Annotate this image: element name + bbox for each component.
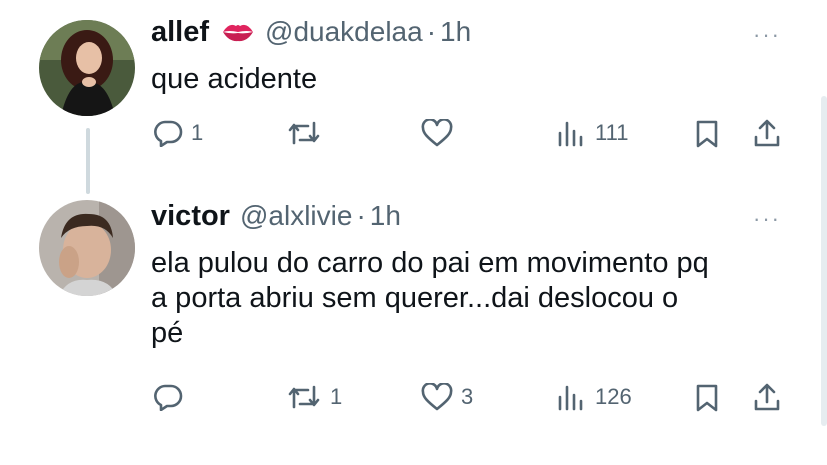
retweet-button[interactable]: 1: [286, 383, 342, 411]
like-icon: [421, 119, 453, 147]
tweet-header-victor: victor @alxlivie · 1h: [151, 200, 401, 233]
thread-connector-line: [86, 128, 90, 194]
bookmark-icon: [696, 120, 718, 148]
timestamp[interactable]: 1h: [370, 200, 401, 232]
more-icon[interactable]: ···: [753, 206, 781, 232]
views-button[interactable]: 126: [557, 383, 632, 411]
tweet-text: que acidente: [151, 63, 318, 95]
share-icon: [754, 119, 780, 147]
avatar-victor[interactable]: [39, 200, 135, 296]
reply-button[interactable]: [153, 383, 191, 411]
scrollbar[interactable]: [821, 96, 827, 426]
retweet-button[interactable]: [286, 119, 330, 147]
separator-dot: ·: [356, 200, 366, 231]
tweet-text: ela pulou do carro do pai em movimento p…: [151, 246, 709, 351]
share-button[interactable]: [752, 118, 782, 148]
reply-icon: [154, 120, 183, 147]
bookmark-icon: [696, 384, 718, 412]
user-handle[interactable]: @duakdelaa: [265, 16, 423, 48]
user-handle[interactable]: @alxlivie: [240, 200, 352, 232]
views-count: 111: [595, 120, 629, 145]
avatar-allef-image: [39, 20, 135, 116]
like-button[interactable]: [421, 119, 461, 147]
views-count: 126: [595, 384, 632, 409]
reply-count: 1: [191, 120, 204, 145]
avatar-victor-image: [39, 200, 135, 296]
timestamp[interactable]: 1h: [440, 16, 471, 48]
tweet-text-line: a porta abriu sem querer...dai deslocou …: [151, 282, 679, 314]
tweet-text-line: pé: [151, 317, 184, 349]
share-button[interactable]: [752, 382, 782, 412]
like-icon: [421, 383, 453, 411]
avatar-allef[interactable]: [39, 20, 135, 116]
bookmark-button[interactable]: [694, 383, 720, 413]
retweet-icon: [288, 121, 320, 145]
separator-dot: ·: [426, 16, 437, 47]
reply-icon: [154, 384, 183, 411]
views-icon: [558, 385, 583, 411]
retweet-icon: [288, 385, 320, 409]
display-name[interactable]: victor: [151, 200, 230, 233]
more-icon[interactable]: ···: [753, 22, 781, 48]
views-icon: [558, 121, 583, 147]
kiss-mark-icon: [221, 20, 255, 44]
like-button[interactable]: 3: [421, 383, 473, 411]
like-count: 3: [461, 384, 474, 409]
display-name[interactable]: allef: [151, 16, 209, 49]
views-button[interactable]: 111: [557, 119, 628, 147]
share-icon: [754, 383, 780, 411]
tweet-text-line: ela pulou do carro do pai em movimento p…: [151, 247, 709, 279]
retweet-count: 1: [330, 384, 343, 409]
reply-button[interactable]: 1: [153, 119, 203, 147]
bookmark-button[interactable]: [694, 119, 720, 149]
tweet-header-allef: allef @duakdelaa · 1h: [151, 16, 471, 49]
